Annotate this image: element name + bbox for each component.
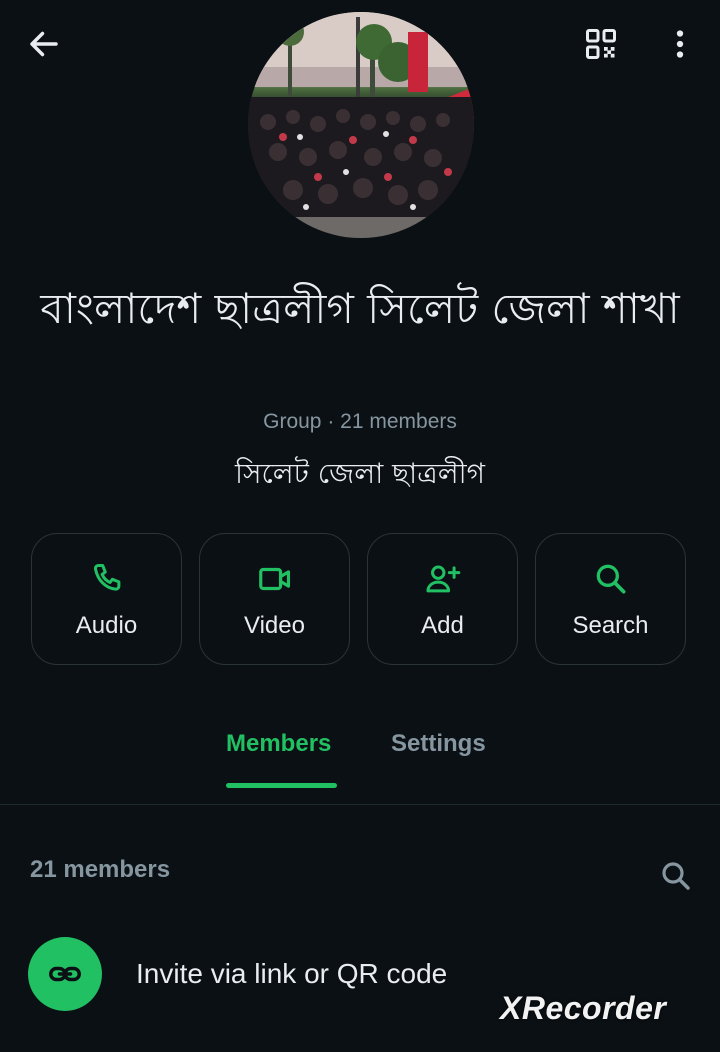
more-vertical-icon xyxy=(676,30,684,58)
xrecorder-watermark: XRecorder xyxy=(500,990,667,1026)
active-tab-indicator xyxy=(226,783,337,788)
tab-bar: Members Settings xyxy=(0,722,720,805)
invite-icon-circle xyxy=(28,937,102,1011)
link-icon xyxy=(49,966,81,982)
group-name: বাংলাদেশ ছাত্রলীগ সিলেট জেলা শাখা xyxy=(40,284,680,333)
qr-code-button[interactable] xyxy=(575,18,627,70)
group-photo xyxy=(248,12,474,238)
add-label: Add xyxy=(421,612,464,639)
arrow-left-icon xyxy=(30,31,58,57)
audio-call-button[interactable]: Audio xyxy=(31,533,182,665)
audio-label: Audio xyxy=(75,612,138,639)
group-meta: Group · 21 members xyxy=(263,410,457,433)
more-options-button[interactable] xyxy=(654,18,706,70)
invite-label: Invite via link or QR code xyxy=(136,958,448,989)
video-call-button[interactable]: Video xyxy=(199,533,350,665)
add-member-button[interactable]: Add xyxy=(367,533,518,665)
search-button[interactable]: Search xyxy=(535,533,686,665)
phone-icon xyxy=(93,564,120,591)
group-description: সিলেট জেলা ছাত্রলীগ xyxy=(235,457,485,490)
back-button[interactable] xyxy=(18,18,70,70)
group-avatar[interactable] xyxy=(248,12,474,238)
search-label: Search xyxy=(572,612,649,639)
action-buttons: Audio Video Add Search xyxy=(31,533,686,665)
search-icon xyxy=(596,564,625,594)
video-camera-icon xyxy=(258,567,290,591)
qr-code-icon xyxy=(586,29,616,59)
members-search-button[interactable] xyxy=(652,852,700,900)
search-icon xyxy=(662,862,690,890)
members-count: 21 members xyxy=(30,856,171,883)
tab-settings[interactable]: Settings xyxy=(391,730,486,758)
add-person-icon xyxy=(425,565,460,593)
video-label: Video xyxy=(244,612,305,639)
tab-members[interactable]: Members xyxy=(226,730,331,758)
